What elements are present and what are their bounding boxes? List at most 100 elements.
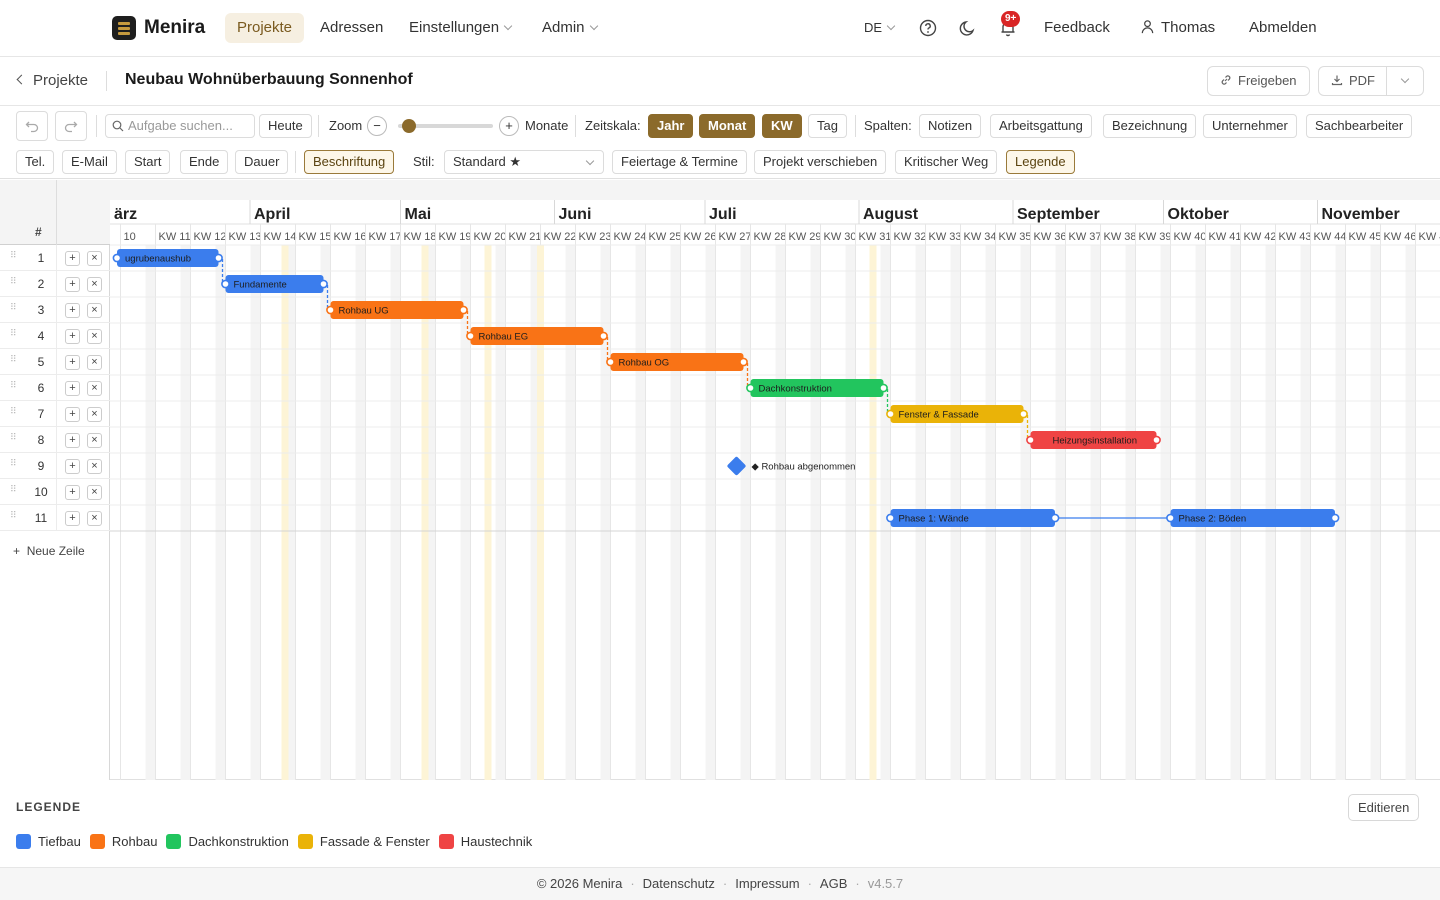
gantt-chart[interactable]: 10 KW 11 KW 12 KW 13 KW 14 KW 15 KW 16 KW 17 KW … [110,180,1440,780]
dark-mode-icon[interactable] [958,18,978,38]
drag-handle-icon[interactable]: ⠿ [10,251,18,263]
drag-handle-icon[interactable]: ⠿ [10,511,18,523]
delete-row-button[interactable]: × [87,485,102,500]
drag-handle-icon[interactable]: ⠿ [10,303,18,315]
add-row-button[interactable]: + Neue Zeile [13,544,85,558]
nav-item-adressen[interactable]: Adressen [308,13,395,43]
redo-button[interactable] [55,111,87,141]
delete-row-button[interactable]: × [87,381,102,396]
pdf-export-button[interactable]: PDF [1318,66,1388,96]
pdf-options-button[interactable] [1386,66,1424,96]
task-handle[interactable] [606,357,615,367]
insert-row-button[interactable]: + [65,251,80,266]
drag-handle-icon[interactable]: ⠿ [10,355,18,367]
delete-row-button[interactable]: × [87,329,102,344]
terms-link[interactable]: AGB [820,876,847,891]
column-toggle-start[interactable]: Start [125,150,171,174]
column-toggle-email[interactable]: E-Mail [62,150,117,174]
task-handle[interactable] [326,305,335,315]
delete-row-button[interactable]: × [87,355,102,370]
zoom-out-button[interactable]: − [367,116,387,136]
legend-edit-button[interactable]: Editieren [1348,794,1420,821]
insert-row-button[interactable]: + [65,459,80,474]
today-button[interactable]: Heute [259,114,312,138]
insert-row-button[interactable]: + [65,433,80,448]
insert-row-button[interactable]: + [65,355,80,370]
labeling-toggle[interactable]: Beschriftung [304,150,395,174]
insert-row-button[interactable]: + [65,329,80,344]
task-handle[interactable] [221,279,230,289]
column-toggle-dauer[interactable]: Dauer [235,150,289,174]
delete-row-button[interactable]: × [87,303,102,318]
task-handle[interactable] [879,383,888,393]
logout-link[interactable]: Abmelden [1249,13,1317,43]
legend-toggle[interactable]: Legende [1006,150,1075,174]
style-select[interactable]: Standard ★ [444,150,604,174]
holidays-button[interactable]: Feiertage & Termine [612,150,747,174]
back-to-projects-link[interactable]: Projekte [16,72,88,89]
delete-row-button[interactable]: × [87,459,102,474]
insert-row-button[interactable]: + [65,277,80,292]
task-handle[interactable] [1050,513,1060,523]
drag-handle-icon[interactable]: ⠿ [10,407,18,419]
nav-item-einstellungen[interactable]: Einstellungen [397,13,523,43]
critical-path-button[interactable]: Kritischer Weg [895,150,998,174]
task-handle[interactable] [746,383,755,393]
column-toggle-notizen[interactable]: Notizen [919,114,982,138]
task-handle[interactable] [1152,435,1161,445]
column-toggle-tel[interactable]: Tel. [16,150,55,174]
task-handle[interactable] [466,331,475,341]
privacy-link[interactable]: Datenschutz [643,876,715,891]
column-toggle-unternehmer[interactable]: Unternehmer [1203,114,1297,138]
column-toggle-sachbearbeiter[interactable]: Sachbearbeiter [1306,114,1413,138]
column-toggle-arbeitsgattung[interactable]: Arbeitsgattung [990,114,1092,138]
insert-row-button[interactable]: + [65,407,80,422]
drag-handle-icon[interactable]: ⠿ [10,381,18,393]
task-handle[interactable] [599,331,608,341]
task-handle[interactable] [214,253,223,263]
task-handle[interactable] [459,305,468,315]
task-handle[interactable] [112,253,122,263]
task-handle[interactable] [739,357,748,367]
task-search-input[interactable]: Aufgabe suchen... [105,114,255,138]
insert-row-button[interactable]: + [65,381,80,396]
task-handle[interactable] [1019,409,1028,419]
drag-handle-icon[interactable]: ⠿ [10,485,18,497]
column-toggle-bezeichnung[interactable]: Bezeichnung [1103,114,1197,138]
undo-button[interactable] [16,111,48,141]
help-icon[interactable] [918,18,938,38]
timescale-year-toggle[interactable]: Jahr [648,114,694,138]
imprint-link[interactable]: Impressum [735,876,799,891]
insert-row-button[interactable]: + [65,511,80,526]
nav-item-projekte[interactable]: Projekte [225,13,305,43]
move-project-button[interactable]: Projekt verschieben [754,150,887,174]
task-handle[interactable] [1166,513,1175,523]
brand-logo[interactable]: Menira [112,16,205,40]
drag-handle-icon[interactable]: ⠿ [10,459,18,471]
delete-row-button[interactable]: × [87,251,102,266]
timescale-month-toggle[interactable]: Monat [699,114,756,138]
nav-item-admin[interactable]: Admin [530,13,609,43]
delete-row-button[interactable]: × [87,511,102,526]
user-menu[interactable]: Thomas [1140,13,1215,43]
zoom-in-button[interactable]: + [499,116,519,136]
insert-row-button[interactable]: + [65,303,80,318]
feedback-link[interactable]: Feedback [1044,13,1110,43]
drag-handle-icon[interactable]: ⠿ [10,329,18,341]
insert-row-button[interactable]: + [65,485,80,500]
drag-handle-icon[interactable]: ⠿ [10,277,18,289]
task-handle[interactable] [886,409,895,419]
language-switcher[interactable]: DE [864,13,896,43]
delete-row-button[interactable]: × [87,433,102,448]
task-handle[interactable] [319,279,328,289]
drag-handle-icon[interactable]: ⠿ [10,433,18,445]
timescale-day-toggle[interactable]: Tag [808,114,847,138]
task-handle[interactable] [886,513,895,523]
column-toggle-ende[interactable]: Ende [180,150,229,174]
zoom-slider-knob[interactable] [401,119,416,133]
delete-row-button[interactable]: × [87,407,102,422]
task-handle[interactable] [1330,513,1340,523]
task-handle[interactable] [1026,435,1035,445]
timescale-week-toggle[interactable]: KW [762,114,802,138]
delete-row-button[interactable]: × [87,277,102,292]
